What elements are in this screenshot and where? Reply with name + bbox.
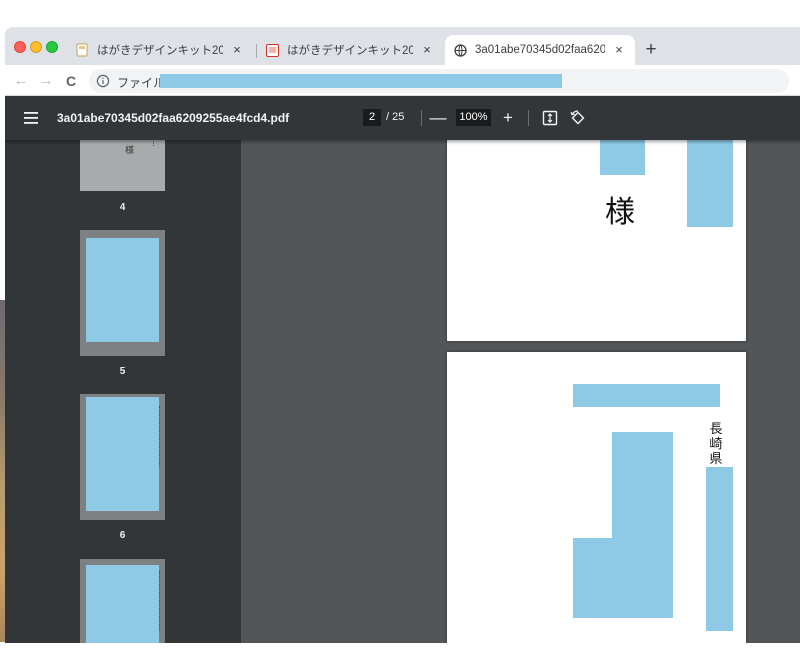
redaction-block <box>573 384 720 407</box>
thumbnail-label: 6 <box>119 530 126 541</box>
pdf-page-1: 様 <box>447 140 746 341</box>
tab-title: はがきデザインキット2022｜郵便 <box>97 45 223 57</box>
menu-icon[interactable] <box>24 111 38 124</box>
redaction-block <box>687 140 733 227</box>
tab-pdf-active[interactable]: 3a01abe70345d02faa6209255 × <box>445 35 635 65</box>
tab-hagaki-kit-2[interactable]: はがきデザインキット2022【ウ × <box>257 35 443 65</box>
thumbnail-page-6[interactable] <box>80 394 165 520</box>
new-tab-button[interactable]: + <box>641 40 661 60</box>
thumbnail-detail <box>153 140 155 146</box>
toolbar-separator <box>528 110 529 126</box>
tab-close-icon[interactable]: × <box>611 42 627 58</box>
pdf-toolbar: 3a01abe70345d02faa6209255ae4fcd4.pdf 2 /… <box>5 96 800 140</box>
address-scheme-label: ファイル <box>117 76 166 90</box>
zoom-level-input[interactable]: 100% <box>456 109 491 126</box>
thumbnail-redaction <box>86 565 159 643</box>
thumbnail-text: 様 <box>125 146 135 156</box>
url-redaction <box>160 74 562 88</box>
reload-button[interactable]: C <box>61 71 81 91</box>
tab-strip: はがきデザインキット2022｜郵便 × はがきデザインキット2022【ウ × 3… <box>5 27 800 65</box>
pdf-filename: 3a01abe70345d02faa6209255ae4fcd4.pdf <box>57 111 290 125</box>
thumbnail-label: 4 <box>119 202 126 213</box>
window-zoom-button[interactable] <box>46 41 58 53</box>
address-bar[interactable]: ファイル <box>89 69 789 93</box>
redaction-block <box>612 432 673 618</box>
window-minimize-button[interactable] <box>30 41 42 53</box>
thumbnail-page-7[interactable] <box>80 559 165 643</box>
thumbnail-detail <box>159 406 161 466</box>
thumbnail-redaction <box>86 397 159 511</box>
zoom-in-button[interactable]: + <box>499 108 517 128</box>
page-number-input[interactable]: 2 <box>363 109 381 126</box>
browser-toolbar: ← → C ファイル <box>5 65 800 96</box>
honorific-text: 様 <box>605 195 635 230</box>
thumbnail-page-5[interactable] <box>80 230 165 356</box>
screen: はがきデザインキット2022｜郵便 × はがきデザインキット2022【ウ × 3… <box>0 0 800 671</box>
redaction-block <box>573 538 617 618</box>
redaction-block <box>706 467 733 631</box>
pdf-favicon-icon <box>265 43 279 57</box>
zoom-out-button[interactable]: — <box>429 108 447 128</box>
thumbnail-detail <box>159 571 161 631</box>
back-button[interactable]: ← <box>11 71 31 91</box>
tab-title: 3a01abe70345d02faa6209255 <box>475 44 605 56</box>
info-icon[interactable] <box>96 74 110 88</box>
redaction-block <box>600 140 645 175</box>
thumbnail-label: 5 <box>119 366 126 377</box>
postcard-favicon-icon <box>75 43 89 57</box>
globe-icon <box>453 43 467 57</box>
tab-hagaki-kit-1[interactable]: はがきデザインキット2022｜郵便 × <box>67 35 253 65</box>
thumbnail-sidebar: 様 4 5 6 <box>5 140 241 643</box>
tab-title: はがきデザインキット2022【ウ <box>287 45 413 57</box>
screen-bottom-margin <box>0 643 800 671</box>
fit-to-page-icon[interactable] <box>541 109 559 127</box>
thumbnail-redaction <box>86 238 159 342</box>
forward-button[interactable]: → <box>36 71 56 91</box>
pdf-page-area: 様 長崎県 <box>241 140 800 643</box>
toolbar-separator <box>421 110 422 126</box>
thumbnail-page-4[interactable]: 様 <box>80 140 165 191</box>
tab-close-icon[interactable]: × <box>229 42 245 58</box>
tab-close-icon[interactable]: × <box>419 42 435 58</box>
rotate-icon[interactable] <box>569 109 587 127</box>
browser-window: はがきデザインキット2022｜郵便 × はがきデザインキット2022【ウ × 3… <box>5 27 800 643</box>
prefecture-text: 長崎県 <box>709 422 723 467</box>
pdf-page-2: 長崎県 <box>447 352 746 643</box>
page-total: / 25 <box>386 111 405 123</box>
window-close-button[interactable] <box>14 41 26 53</box>
pdf-viewer: 3a01abe70345d02faa6209255ae4fcd4.pdf 2 /… <box>5 96 800 643</box>
